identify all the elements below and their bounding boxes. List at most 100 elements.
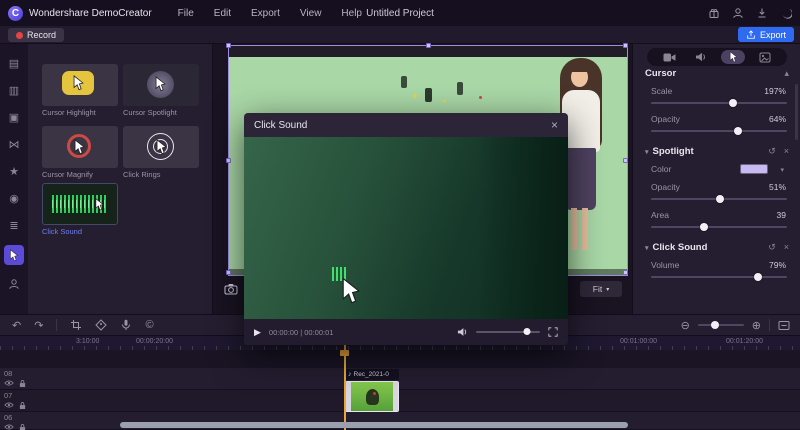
selection-handle[interactable]: [623, 158, 628, 163]
eye-icon[interactable]: [4, 401, 14, 410]
remove-icon[interactable]: ×: [784, 242, 789, 253]
volume-label: Volume: [651, 260, 680, 270]
volume-slider[interactable]: [651, 273, 787, 281]
cursor-effects-icon[interactable]: [4, 245, 24, 265]
record-label: Record: [27, 30, 57, 40]
spotlight-opacity-slider[interactable]: [651, 195, 787, 203]
crop-icon[interactable]: [70, 319, 82, 331]
undo-icon[interactable]: ↶: [12, 319, 21, 332]
play-icon[interactable]: ▶: [254, 327, 261, 338]
mic-icon[interactable]: [120, 319, 132, 331]
fit-timeline-icon[interactable]: [778, 320, 790, 331]
close-icon[interactable]: ×: [551, 119, 558, 131]
theme-icon[interactable]: [779, 7, 792, 20]
dialog-volume-slider[interactable]: [476, 328, 540, 335]
redo-icon[interactable]: ↷: [34, 319, 43, 332]
lock-icon[interactable]: [19, 401, 26, 410]
chevron-down-icon: ▾: [606, 286, 610, 293]
dialog-volume-knob[interactable]: [523, 328, 531, 335]
effects-icon[interactable]: ★: [5, 164, 23, 180]
cursor-opacity-slider[interactable]: [651, 127, 787, 135]
thumb-cursor-highlight[interactable]: [42, 64, 118, 106]
lock-icon[interactable]: [19, 423, 26, 430]
area-slider[interactable]: [651, 223, 787, 231]
volume-icon[interactable]: [457, 327, 468, 337]
remove-icon[interactable]: ×: [784, 146, 789, 157]
thumb-cursor-magnify[interactable]: [42, 126, 118, 168]
lock-icon[interactable]: [19, 379, 26, 388]
selection-handle[interactable]: [426, 43, 431, 48]
section-click-sound[interactable]: ▾ Click Sound ↺ ×: [645, 242, 789, 253]
marker-icon[interactable]: [95, 319, 108, 331]
dialog-video-preview[interactable]: [244, 137, 568, 319]
user-icon[interactable]: [731, 7, 744, 20]
zoom-in-icon[interactable]: ⊕: [752, 319, 761, 332]
track-number: 06: [4, 413, 13, 422]
timeline-zoom-slider[interactable]: [697, 321, 744, 329]
selection-handle[interactable]: [623, 270, 628, 275]
record-button[interactable]: Record: [8, 28, 65, 42]
timeline-scrollbar[interactable]: [120, 422, 628, 428]
scale-slider[interactable]: [651, 99, 787, 107]
captions-icon[interactable]: ▥: [5, 83, 23, 99]
reset-icon[interactable]: ↺: [768, 242, 776, 253]
download-icon[interactable]: [755, 7, 768, 20]
mixer-icon[interactable]: ≣: [5, 218, 23, 234]
trim-handle-right[interactable]: [393, 382, 398, 411]
zoom-knob[interactable]: [711, 321, 720, 329]
sticker-icon[interactable]: ◉: [5, 191, 23, 207]
collapse-icon[interactable]: ▴: [784, 68, 789, 79]
section-cursor[interactable]: Cursor ▴: [645, 68, 789, 79]
background-figure: [425, 88, 432, 102]
volume-value: 79%: [768, 260, 786, 270]
tab-audio-icon[interactable]: [689, 50, 713, 64]
thumb-click-sound[interactable]: [42, 183, 118, 225]
color-swatch[interactable]: [740, 164, 768, 174]
section-spotlight[interactable]: ▾ Spotlight ↺ ×: [645, 146, 789, 157]
track-row[interactable]: 07: [0, 390, 800, 412]
avatar-icon[interactable]: [5, 276, 23, 292]
selection-handle[interactable]: [226, 158, 231, 163]
selection-handle[interactable]: [226, 43, 231, 48]
gift-icon[interactable]: [707, 7, 720, 20]
dialog-header[interactable]: Click Sound ×: [244, 113, 568, 137]
volume-slider-knob[interactable]: [754, 273, 763, 281]
tab-canvas-icon[interactable]: [753, 50, 777, 64]
transition-icon[interactable]: ⋈: [5, 137, 23, 153]
eye-icon[interactable]: [4, 423, 14, 430]
selection-handle[interactable]: [226, 270, 231, 275]
ruler-label: 00:00:20:00: [136, 338, 173, 345]
reset-icon[interactable]: ↺: [768, 146, 776, 157]
cursor-opacity-knob[interactable]: [734, 127, 743, 135]
spotlight-opacity-knob[interactable]: [716, 195, 725, 203]
panel-scrollbar[interactable]: [795, 84, 798, 140]
tab-video-icon[interactable]: [657, 50, 681, 64]
playhead-handle[interactable]: [340, 350, 349, 356]
zoom-out-icon[interactable]: ⊖: [681, 319, 690, 332]
export-button[interactable]: Export: [737, 27, 794, 42]
scale-slider-knob[interactable]: [728, 99, 737, 107]
menu-file[interactable]: File: [178, 8, 194, 19]
area-value: 39: [776, 210, 786, 220]
fit-dropdown[interactable]: Fit ▾: [580, 281, 622, 297]
menu-export[interactable]: Export: [251, 8, 280, 19]
menu-edit[interactable]: Edit: [214, 8, 231, 19]
copyright-icon[interactable]: ©: [145, 319, 153, 331]
eye-icon[interactable]: [4, 379, 14, 388]
trim-handle-left[interactable]: [346, 382, 351, 411]
track-row[interactable]: 08: [0, 368, 800, 390]
chevron-down-icon[interactable]: ▾: [780, 166, 784, 174]
selection-handle[interactable]: [623, 43, 628, 48]
snapshot-camera-icon[interactable]: [224, 283, 238, 295]
image-icon[interactable]: ▣: [5, 110, 23, 126]
area-slider-knob[interactable]: [700, 223, 709, 231]
media-icon[interactable]: ▤: [5, 56, 23, 72]
topbar-icons: [707, 0, 792, 26]
cursor-arrow-icon: [341, 277, 361, 305]
thumb-cursor-spotlight[interactable]: [123, 64, 199, 106]
tab-cursor-icon[interactable]: [721, 50, 745, 64]
fullscreen-icon[interactable]: [548, 327, 558, 337]
presenter-skirt: [565, 148, 596, 210]
timeline-clip[interactable]: ♪ Rec_2021-0: [345, 369, 399, 413]
thumb-click-rings[interactable]: [123, 126, 199, 168]
